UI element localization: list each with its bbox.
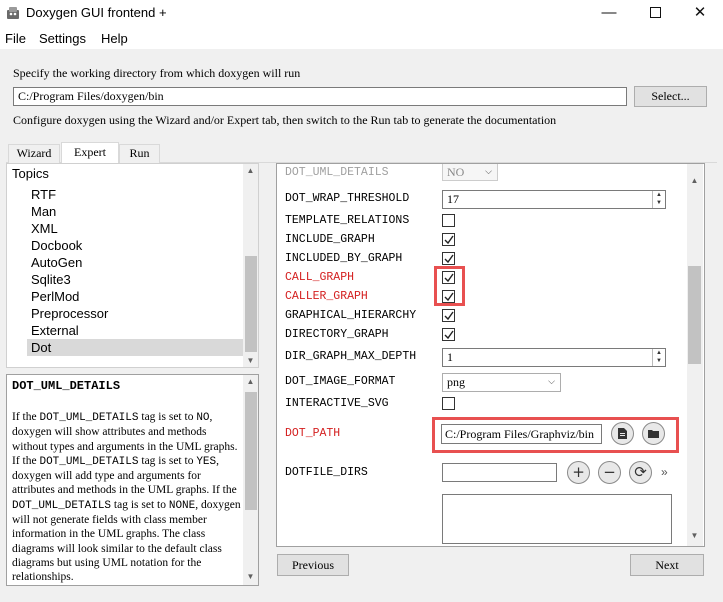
next-button[interactable]: Next — [630, 554, 704, 576]
option-label: DIR_GRAPH_MAX_DEPTH — [285, 350, 417, 363]
scroll-up-icon[interactable]: ▲ — [687, 176, 702, 185]
maximize-icon — [649, 7, 661, 19]
template-relations-checkbox[interactable] — [442, 214, 455, 227]
doxygen-app-icon — [7, 7, 19, 19]
help-title: DOT_UML_DETAILS — [12, 379, 121, 393]
option-label-highlighted: DOT_PATH — [285, 427, 341, 440]
interactive-svg-checkbox[interactable] — [442, 397, 455, 410]
option-label: INCLUDE_GRAPH — [285, 233, 375, 246]
spin-arrows-icon[interactable]: ▲ ▼ — [652, 349, 665, 366]
topic-item[interactable]: Preprocessor — [31, 306, 108, 321]
help-text: If the DOT_UML_DETAILS tag is set to NO,… — [12, 411, 241, 584]
option-label-highlighted: CALLER_GRAPH — [285, 290, 368, 303]
checkmark-icon — [444, 311, 454, 321]
plus-icon[interactable]: + — [567, 461, 590, 484]
help-scroll-thumb[interactable] — [245, 392, 257, 510]
dot-wrap-threshold-spinbox[interactable]: 17 ▲ ▼ — [442, 190, 666, 209]
dot-image-format-combo[interactable]: png ⌵ — [442, 373, 561, 392]
option-label: INCLUDED_BY_GRAPH — [285, 252, 403, 265]
directory-graph-checkbox[interactable] — [442, 328, 455, 341]
window-title: Doxygen GUI frontend + — [26, 5, 167, 20]
topics-scroll-thumb[interactable] — [245, 256, 257, 352]
minimize-button[interactable]: — — [586, 0, 632, 27]
include-graph-checkbox[interactable] — [442, 233, 455, 246]
scroll-down-icon[interactable]: ▼ — [687, 531, 702, 540]
dir-graph-max-depth-spinbox[interactable]: 1 ▲ ▼ — [442, 348, 666, 367]
option-label: DOT_WRAP_THRESHOLD — [285, 192, 410, 205]
option-label: DIRECTORY_GRAPH — [285, 328, 389, 341]
topic-item[interactable]: XML — [31, 221, 58, 236]
topic-item-selected[interactable]: Dot — [31, 340, 51, 355]
previous-button[interactable]: Previous — [277, 554, 349, 576]
tab-run[interactable]: Run — [119, 144, 160, 163]
close-button[interactable]: ✕ — [677, 0, 723, 27]
topic-item[interactable]: External — [31, 323, 79, 338]
spin-arrows-icon[interactable]: ▲ ▼ — [652, 191, 665, 208]
minus-icon[interactable]: − — [598, 461, 621, 484]
option-label: INTERACTIVE_SVG — [285, 397, 389, 410]
refresh-icon[interactable]: ⟳ — [629, 461, 652, 484]
selected-topic-highlight — [27, 339, 243, 356]
included-by-graph-checkbox[interactable] — [442, 252, 455, 265]
workdir-input[interactable]: C:/Program Files/doxygen/bin — [13, 87, 627, 106]
option-label: TEMPLATE_RELATIONS — [285, 214, 410, 227]
topic-item[interactable]: RTF — [31, 187, 56, 202]
topic-item[interactable]: Sqlite3 — [31, 272, 71, 287]
checkmark-icon — [444, 254, 454, 264]
option-label: DOTFILE_DIRS — [285, 466, 368, 479]
menu-settings[interactable]: Settings — [39, 31, 86, 46]
option-label-highlighted: CALL_GRAPH — [285, 271, 355, 284]
tab-expert[interactable]: Expert — [61, 142, 119, 163]
settings-scroll-thumb[interactable] — [688, 266, 701, 364]
highlight-box — [434, 266, 465, 306]
maximize-button[interactable] — [632, 0, 678, 27]
graphical-hierarchy-checkbox[interactable] — [442, 309, 455, 322]
option-label: DOT_IMAGE_FORMAT — [285, 375, 396, 388]
dotfile-dirs-input[interactable] — [442, 463, 557, 482]
topic-item[interactable]: Docbook — [31, 238, 82, 253]
workdir-label: Specify the working directory from which… — [13, 66, 301, 80]
scroll-up-icon[interactable]: ▲ — [243, 377, 258, 386]
file-icon[interactable] — [611, 422, 634, 445]
checkmark-icon — [444, 235, 454, 245]
select-button[interactable]: Select... — [634, 86, 707, 107]
dot-uml-details-combo[interactable]: NO ⌵ — [442, 164, 498, 181]
more-icon[interactable]: » — [661, 465, 668, 479]
menu-help[interactable]: Help — [101, 31, 128, 46]
scroll-down-icon[interactable]: ▼ — [243, 356, 258, 365]
chevron-down-icon: ⌵ — [548, 376, 555, 386]
menu-file[interactable]: File — [5, 31, 26, 46]
checkmark-icon — [444, 330, 454, 340]
option-label: DOT_UML_DETAILS — [285, 166, 389, 179]
dotfile-dirs-list[interactable] — [442, 494, 672, 544]
topic-item[interactable]: AutoGen — [31, 255, 82, 270]
tab-wizard[interactable]: Wizard — [8, 144, 60, 163]
chevron-down-icon: ⌵ — [485, 166, 492, 176]
topic-item[interactable]: PerlMod — [31, 289, 79, 304]
topic-item[interactable]: Man — [31, 204, 56, 219]
config-instructions: Configure doxygen using the Wizard and/o… — [13, 113, 557, 127]
topics-header: Topics — [12, 166, 49, 181]
dot-path-input[interactable]: C:/Program Files/Graphviz/bin — [441, 424, 602, 444]
scroll-down-icon[interactable]: ▼ — [243, 572, 258, 581]
folder-icon[interactable] — [642, 422, 665, 445]
option-label: GRAPHICAL_HIERARCHY — [285, 309, 417, 322]
scroll-up-icon[interactable]: ▲ — [243, 166, 258, 175]
